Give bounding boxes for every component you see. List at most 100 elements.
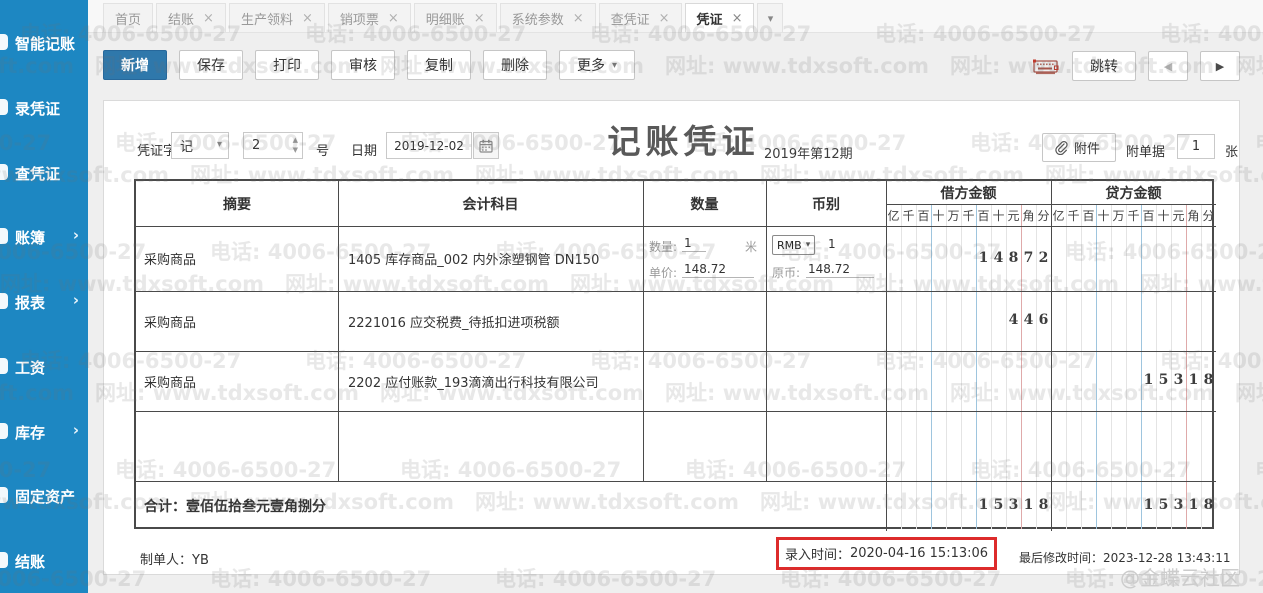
sidebar-module-icon <box>0 164 8 180</box>
total-debit-digit: 1 <box>976 497 991 513</box>
quantity-cell[interactable]: 数量:1米单价:148.72 <box>643 226 766 291</box>
spinner-down-icon[interactable]: ▼ <box>293 145 298 155</box>
credit-digit-label: 元 <box>1171 207 1186 224</box>
total-credit-digit: 3 <box>1171 497 1186 513</box>
voucher-number-suffix: 号 <box>316 140 329 159</box>
tab-label: 明细账 <box>426 9 465 28</box>
total-debit-digit: 1 <box>1021 497 1036 513</box>
summary-cell[interactable]: 采购商品 <box>144 226 196 291</box>
credit-digit-label: 百 <box>1081 207 1096 224</box>
prev-voucher-button[interactable]: ◀ <box>1148 51 1188 81</box>
sidebar-module-icon <box>0 228 8 244</box>
table-row-line <box>136 351 1216 352</box>
attached-docs-unit: 张 <box>1225 141 1238 160</box>
tab-凭证[interactable]: 凭证× <box>685 3 755 32</box>
account-cell[interactable]: 2202 应付账款_193滴滴出行科技有限公司 <box>348 351 599 411</box>
toolbar-button-审核[interactable]: 审核 <box>331 50 395 80</box>
close-icon[interactable]: × <box>302 11 313 26</box>
watermark-site-text: 网址: www.tdxsoft.com <box>665 50 929 80</box>
summary-cell[interactable]: 采购商品 <box>144 291 196 351</box>
close-icon[interactable]: × <box>203 11 214 26</box>
attached-docs-label: 附单据 <box>1126 141 1165 160</box>
sidebar-item-4[interactable]: 账簿› <box>0 226 88 248</box>
spinner-up-icon[interactable]: ▲ <box>293 135 298 145</box>
jump-button[interactable]: 跳转 <box>1072 51 1136 81</box>
sidebar-item-8[interactable]: 固定资产 <box>0 485 88 507</box>
tab-结账[interactable]: 结账× <box>156 3 226 32</box>
total-credit-digit: 1 <box>1186 497 1201 513</box>
toolbar-button-label: 打印 <box>273 55 301 75</box>
header-credit: 贷方金额 <box>1051 181 1216 204</box>
prev-icon: ◀ <box>1164 60 1172 73</box>
voucher-panel: 凭证字 记 ▾ 2 ▲ ▼ 号 日期 2019-12-02 <box>103 100 1240 575</box>
sidebar-item-label: 结账 <box>15 551 45 572</box>
sidebar-item-3[interactable]: 查凭证 <box>0 162 88 184</box>
tab-label: 销项票 <box>340 9 379 28</box>
sidebar-item-7[interactable]: 库存› <box>0 421 88 443</box>
voucher-table: 摘要 会计科目 数量 币别 借方金额 贷方金额 亿千百十万千百十元角分亿千百十万… <box>134 179 1214 529</box>
next-voucher-button[interactable]: ▶ <box>1200 51 1240 81</box>
debit-digit-label: 角 <box>1021 207 1036 224</box>
currency-value: RMB <box>777 239 802 252</box>
close-icon[interactable]: × <box>573 11 584 26</box>
total-row-label: 合计：壹佰伍拾叁元壹角捌分 <box>144 481 326 531</box>
voucher-word-select[interactable]: 记 ▾ <box>171 132 229 159</box>
unit-price-value[interactable]: 148.72 <box>682 262 754 278</box>
sidebar-item-2[interactable]: 录凭证 <box>0 97 88 119</box>
debit-amount-digit: 2 <box>1036 250 1051 266</box>
app-root: 智能记账录凭证查凭证账簿›报表›工资库存›固定资产结账 首页结账×生产领料×销项… <box>0 0 1263 593</box>
close-icon[interactable]: × <box>732 11 743 26</box>
toolbar-button-打印[interactable]: 打印 <box>255 50 319 80</box>
close-icon[interactable]: × <box>388 11 399 26</box>
currency-select[interactable]: RMB▾ <box>772 235 815 255</box>
keyboard-shortcut-icon[interactable] <box>1032 57 1060 76</box>
header-summary: 摘要 <box>136 181 338 226</box>
debit-amount-digit: 4 <box>1021 312 1036 328</box>
original-currency-label: 原币: <box>772 264 800 281</box>
account-cell[interactable]: 1405 库存商品_002 内外涂塑钢管 DN150 <box>348 226 599 291</box>
exchange-rate-value[interactable]: 1 <box>828 237 836 251</box>
calendar-button[interactable] <box>473 132 499 159</box>
close-icon[interactable]: × <box>474 11 485 26</box>
tab-明细账[interactable]: 明细账 × <box>414 3 497 32</box>
date-value: 2019-12-02 <box>394 139 464 153</box>
sidebar: 智能记账录凭证查凭证账簿› 报表› 工资库存› 固定资产结账 <box>0 0 88 593</box>
toolbar-button-更多[interactable]: 更多▾ <box>559 50 635 80</box>
tab-销项票[interactable]: 销项票 × <box>328 3 411 32</box>
tab-首页[interactable]: 首页 <box>103 3 153 32</box>
tab-系统参数[interactable]: 系统参数× <box>500 3 596 32</box>
voucher-period: 2019年第12期 <box>764 143 853 162</box>
credit-digit-label: 千 <box>1066 207 1081 224</box>
add-voucher-button[interactable]: 新增 <box>103 50 167 80</box>
credit-digit-label: 亿 <box>1051 207 1066 224</box>
attached-docs-input[interactable]: 1 <box>1177 134 1215 159</box>
voucher-number-input[interactable]: 2 ▲ ▼ <box>243 132 303 159</box>
original-currency-value[interactable]: 148.72 <box>806 262 874 278</box>
quantity-value[interactable]: 1 <box>682 236 706 252</box>
toolbar-button-保存[interactable]: 保存 <box>179 50 243 80</box>
voucher-title: 记账凭证 <box>596 115 771 163</box>
debit-digit-label: 百 <box>976 207 991 224</box>
submenu-arrow-icon: › <box>73 226 79 244</box>
tab-生产领料[interactable]: 生产领料× <box>229 3 325 32</box>
toolbar-button-label: 新增 <box>121 55 149 75</box>
sidebar-item-9[interactable]: 结账 <box>0 550 88 572</box>
summary-cell[interactable]: 采购商品 <box>144 351 196 411</box>
currency-cell[interactable]: RMB▾ 1 原币: 148.72 <box>766 226 886 291</box>
sidebar-module-icon <box>0 293 8 309</box>
toolbar-button-label: 复制 <box>425 55 453 75</box>
toolbar-button-复制[interactable]: 复制 <box>407 50 471 80</box>
close-icon[interactable]: × <box>659 11 670 26</box>
table-column-line <box>1051 181 1052 531</box>
account-cell[interactable]: 2221016 应交税费_待抵扣进项税额 <box>348 291 560 351</box>
sidebar-item-6[interactable]: 工资 <box>0 356 88 378</box>
tab-查凭证[interactable]: 查凭证× <box>599 3 682 32</box>
toolbar-button-删除[interactable]: 删除 <box>483 50 547 80</box>
debit-digit-label: 十 <box>991 207 1006 224</box>
tab-overflow-button[interactable]: ▾ <box>757 3 783 32</box>
sidebar-item-5[interactable]: 报表› <box>0 291 88 313</box>
attachment-button[interactable]: 附件 <box>1042 133 1116 162</box>
credit-digit-label: 百 <box>1141 207 1156 224</box>
sidebar-item-1[interactable]: 智能记账 <box>0 32 88 54</box>
date-input[interactable]: 2019-12-02 <box>386 132 472 159</box>
